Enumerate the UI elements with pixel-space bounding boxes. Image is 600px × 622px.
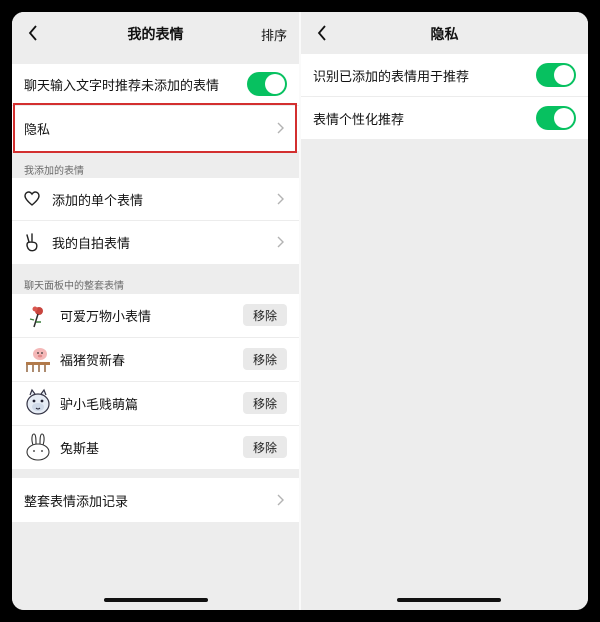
personalized-toggle[interactable] [536, 106, 576, 130]
sort-button[interactable]: 排序 [261, 25, 287, 44]
sticker-set-row: 福猪贺新春 移除 [12, 338, 299, 381]
personalized-row: 表情个性化推荐 [301, 97, 588, 139]
toggle-knob [554, 108, 574, 128]
toggle-knob [265, 74, 285, 94]
recommend-unadded-row: 聊天输入文字时推荐未添加的表情 [12, 64, 299, 105]
highlight-box [13, 103, 297, 153]
home-indicator [397, 598, 501, 602]
remove-button[interactable]: 移除 [243, 436, 287, 458]
recognize-added-row: 识别已添加的表情用于推荐 [301, 54, 588, 96]
sticker-set-row: 可爱万物小表情 移除 [12, 294, 299, 337]
remove-button[interactable]: 移除 [243, 392, 287, 414]
added-single-label: 添加的单个表情 [52, 193, 144, 209]
selfie-stickers-row[interactable]: 我的自拍表情 [12, 221, 299, 264]
page-title: 我的表情 [127, 27, 184, 43]
history-label: 整套表情添加记录 [24, 494, 129, 510]
remove-button[interactable]: 移除 [243, 348, 287, 370]
personalized-label: 表情个性化推荐 [313, 112, 405, 128]
remove-button[interactable]: 移除 [243, 304, 287, 326]
sticker-set-label: 兔斯基 [60, 442, 100, 457]
selfie-stickers-label: 我的自拍表情 [52, 237, 131, 252]
pig-sticker-thumbnail [26, 348, 50, 372]
chevron-left-icon [317, 25, 326, 41]
sticker-set-row: 兔斯基 移除 [12, 426, 299, 469]
home-indicator [104, 598, 208, 602]
recommend-unadded-toggle[interactable] [247, 72, 287, 96]
chevron-right-icon [275, 236, 285, 248]
recognize-added-toggle[interactable] [536, 63, 576, 87]
sticker-set-label: 驴小毛贱萌篇 [60, 398, 139, 413]
chevron-left-icon [28, 25, 37, 41]
privacy-pane: 隐私 识别已添加的表情用于推荐 表情个性化推荐 [301, 12, 588, 610]
added-single-row[interactable]: 添加的单个表情 [12, 178, 299, 220]
sticker-set-label: 可爱万物小表情 [60, 310, 152, 325]
recognize-added-label: 识别已添加的表情用于推荐 [313, 69, 470, 85]
nav-bar: 隐私 [301, 12, 588, 56]
rabbit-sticker-thumbnail [26, 433, 50, 461]
sticker-set-label: 福猪贺新春 [60, 354, 126, 369]
screenshot-frame: 我的表情 排序 聊天输入文字时推荐未添加的表情 隐私 我添加的表情 添加的单个表… [12, 12, 588, 610]
heart-icon [24, 191, 40, 206]
page-title: 隐私 [430, 27, 459, 43]
chevron-right-icon [275, 494, 285, 506]
my-stickers-pane: 我的表情 排序 聊天输入文字时推荐未添加的表情 隐私 我添加的表情 添加的单个表… [12, 12, 299, 610]
flower-sticker-thumbnail [29, 306, 43, 328]
recommend-unadded-label: 聊天输入文字时推荐未添加的表情 [24, 79, 220, 94]
history-row[interactable]: 整套表情添加记录 [12, 478, 299, 522]
back-button[interactable] [22, 22, 44, 44]
peace-hand-icon [26, 233, 38, 252]
donkey-sticker-thumbnail [26, 388, 50, 415]
toggle-knob [554, 65, 574, 85]
section-header-added: 我添加的表情 [24, 166, 84, 177]
chevron-right-icon [275, 193, 285, 205]
sticker-set-row: 驴小毛贱萌篇 移除 [12, 382, 299, 425]
section-header-sets: 聊天面板中的整套表情 [24, 281, 124, 292]
back-button[interactable] [311, 22, 333, 44]
nav-bar: 我的表情 排序 [12, 12, 299, 56]
